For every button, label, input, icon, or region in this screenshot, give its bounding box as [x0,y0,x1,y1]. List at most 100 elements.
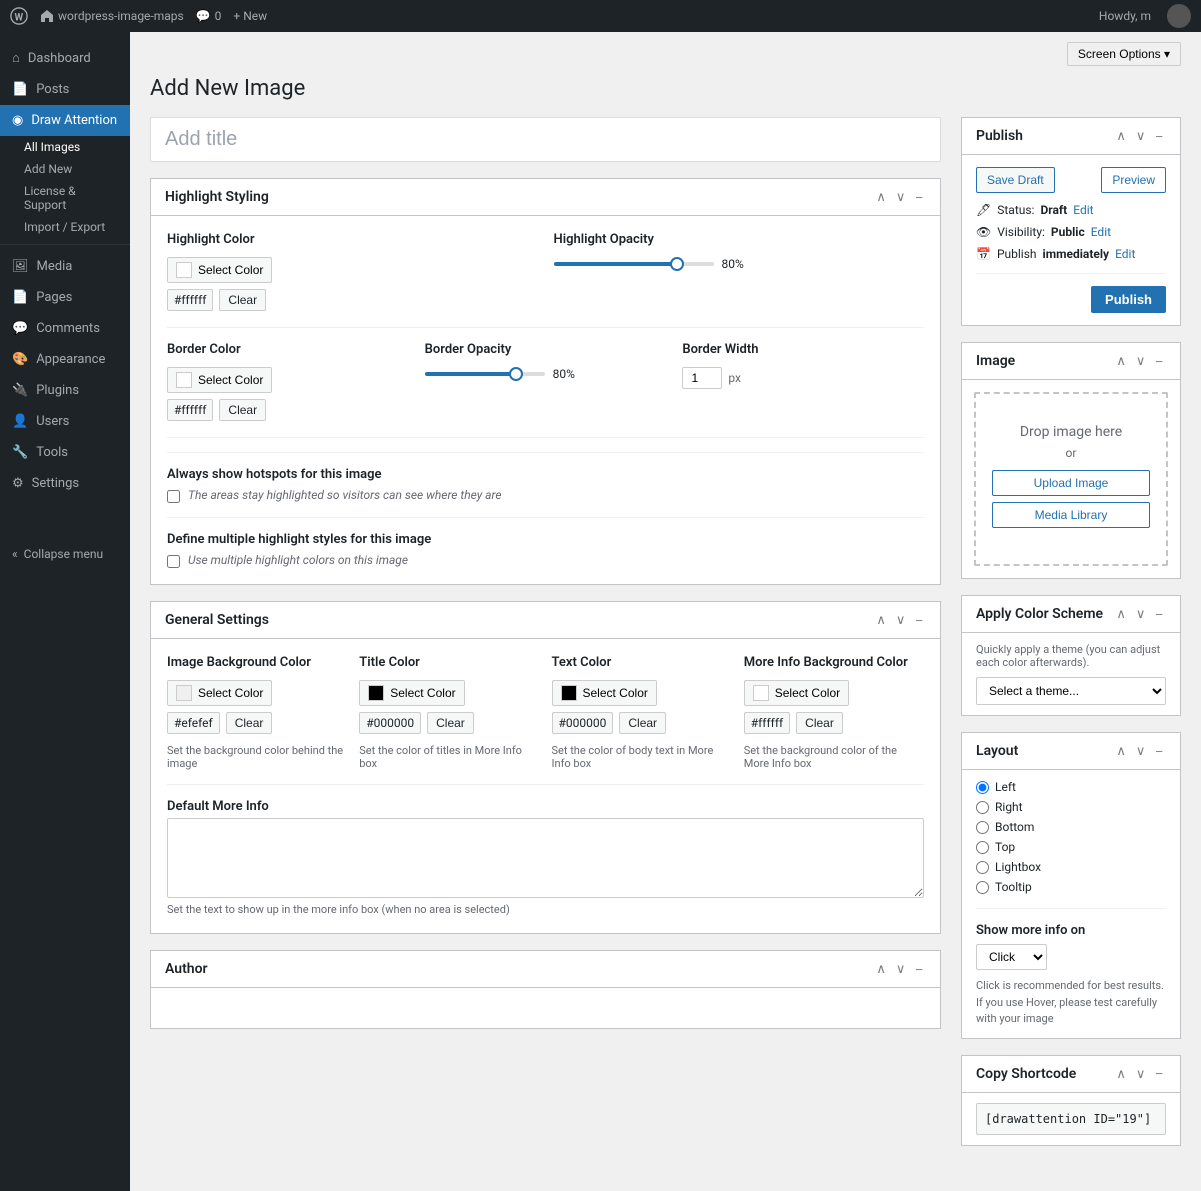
sidebar-item-comments[interactable]: 💬 Comments [0,313,130,344]
general-close-btn[interactable]: − [912,612,926,628]
metabox-collapse-up-btn[interactable]: ∧ [873,189,889,205]
publish-collapse-down-btn[interactable]: ∨ [1133,128,1149,144]
color-scheme-select[interactable]: Select a theme... [976,677,1166,705]
layout-option-left[interactable]: Left [976,780,1166,794]
image-drop-zone: Drop image here or Upload Image Media Li… [974,392,1168,566]
general-settings-grid: Image Background Color Select Color #efe… [167,655,924,770]
layout-option-right[interactable]: Right [976,800,1166,814]
sidebar-item-dashboard[interactable]: ⌂ Dashboard [0,42,130,74]
preview-button[interactable]: Preview [1101,167,1166,193]
publish-collapse-up-btn[interactable]: ∧ [1113,128,1129,144]
color-scheme-close-btn[interactable]: − [1152,606,1166,622]
topbar-site-name[interactable]: wordpress-image-maps [58,9,184,23]
layout-radio-lightbox[interactable] [976,861,989,874]
border-color-btn[interactable]: Select Color [167,367,272,393]
sidebar-item-label: Settings [32,476,79,491]
sidebar-item-appearance[interactable]: 🎨 Appearance [0,344,130,375]
sidebar-sub-all-images[interactable]: All Images [0,136,130,158]
show-more-select[interactable]: Click Hover [976,944,1047,970]
highlight-color-btn[interactable]: Select Color [167,257,272,283]
sidebar-item-draw-attention[interactable]: ◉ Draw Attention [0,105,130,136]
metabox-collapse-down-btn[interactable]: ∨ [893,189,909,205]
sidebar-item-posts[interactable]: 📄 Posts [0,74,130,105]
edit-status-link[interactable]: Edit [1073,203,1093,217]
copy-shortcode-close-btn[interactable]: − [1152,1066,1166,1082]
image-collapse-down-btn[interactable]: ∨ [1133,353,1149,369]
show-more-label: Show more info on [976,923,1166,938]
general-settings-title: General Settings [165,612,873,628]
layout-radio-top[interactable] [976,841,989,854]
layout-radio-left[interactable] [976,781,989,794]
highlight-color-clear-btn[interactable]: Clear [219,289,266,311]
sidebar-item-tools[interactable]: 🔧 Tools [0,437,130,468]
sidebar-item-media[interactable]: 🖼 Media [0,251,130,282]
sidebar-sub-license-support[interactable]: License & Support [0,180,130,216]
title-color-btn[interactable]: Select Color [359,680,464,706]
layout-close-btn[interactable]: − [1152,743,1166,759]
publish-close-btn[interactable]: − [1152,128,1166,144]
sidebar-item-plugins[interactable]: 🔌 Plugins [0,375,130,406]
layout-option-lightbox[interactable]: Lightbox [976,860,1166,874]
author-collapse-up-btn[interactable]: ∧ [873,961,889,977]
sidebar-item-users[interactable]: 👤 Users [0,406,130,437]
text-color-btn[interactable]: Select Color [552,680,657,706]
layout-down-btn[interactable]: ∨ [1133,743,1149,759]
layout-option-top[interactable]: Top [976,840,1166,854]
image-bg-color-btn[interactable]: Select Color [167,680,272,706]
image-collapse-up-btn[interactable]: ∧ [1113,353,1129,369]
sidebar-sub-import-export[interactable]: Import / Export [0,216,130,238]
topbar-new[interactable]: + New [233,9,267,23]
general-collapse-down-btn[interactable]: ∨ [893,612,909,628]
svg-text:W: W [15,13,24,24]
multiple-styles-checkbox[interactable] [167,555,180,568]
layout-option-tooltip[interactable]: Tooltip [976,880,1166,894]
screen-options-button[interactable]: Screen Options ▾ [1067,42,1181,66]
upload-image-button[interactable]: Upload Image [992,470,1150,496]
copy-shortcode-controls: ∧ ∨ − [1113,1066,1166,1082]
edit-visibility-link[interactable]: Edit [1091,225,1111,239]
collapse-menu-btn[interactable]: « Collapse menu [0,539,130,569]
image-bg-hex-row: #efefef Clear [167,712,347,734]
publish-button[interactable]: Publish [1091,286,1166,313]
sidebar-item-settings[interactable]: ⚙ Settings [0,468,130,499]
image-bg-clear-btn[interactable]: Clear [226,712,273,734]
border-color-clear-btn[interactable]: Clear [219,399,266,421]
more-info-bg-clear-btn[interactable]: Clear [796,712,843,734]
topbar-comments[interactable]: 💬 0 [196,9,222,23]
image-close-btn[interactable]: − [1152,353,1166,369]
shortcode-value[interactable]: [drawattention ID="19"] [976,1103,1166,1135]
text-color-clear-btn[interactable]: Clear [619,712,666,734]
copy-shortcode-down-btn[interactable]: ∨ [1133,1066,1149,1082]
always-show-checkbox[interactable] [167,490,180,503]
border-width-input[interactable] [682,367,722,389]
layout-radio-tooltip[interactable] [976,881,989,894]
topbar-site[interactable]: wordpress-image-maps [40,9,184,23]
color-scheme-down-btn[interactable]: ∨ [1133,606,1149,622]
metabox-close-btn[interactable]: − [912,189,926,205]
layout-radio-bottom[interactable] [976,821,989,834]
layout-radio-right[interactable] [976,801,989,814]
sidebar-sub-add-new[interactable]: Add New [0,158,130,180]
more-info-bg-btn[interactable]: Select Color [744,680,849,706]
title-input[interactable] [150,117,941,162]
color-scheme-up-btn[interactable]: ∧ [1113,606,1129,622]
layout-up-btn[interactable]: ∧ [1113,743,1129,759]
default-more-info-textarea[interactable] [167,818,924,898]
highlight-opacity-slider[interactable] [554,262,714,266]
border-opacity-slider[interactable] [425,372,545,376]
sidebar-item-pages[interactable]: 📄 Pages [0,282,130,313]
publish-body: Save Draft Preview 🖊 Status: Draft Edit [962,155,1180,325]
sidebar-sub-label: All Images [24,140,80,154]
color-scheme-body: Quickly apply a theme (you can adjust ea… [962,633,1180,715]
author-close-btn[interactable]: − [912,961,926,977]
edit-date-link[interactable]: Edit [1115,247,1135,261]
title-color-clear-btn[interactable]: Clear [427,712,474,734]
media-library-button[interactable]: Media Library [992,502,1150,528]
general-collapse-up-btn[interactable]: ∧ [873,612,889,628]
copy-shortcode-box: Copy Shortcode ∧ ∨ − [drawattention ID="… [961,1055,1181,1146]
save-draft-button[interactable]: Save Draft [976,167,1055,193]
border-color-group: Border Color Select Color #ffffff Clear [167,342,409,421]
author-collapse-down-btn[interactable]: ∨ [893,961,909,977]
copy-shortcode-up-btn[interactable]: ∧ [1113,1066,1129,1082]
layout-option-bottom[interactable]: Bottom [976,820,1166,834]
